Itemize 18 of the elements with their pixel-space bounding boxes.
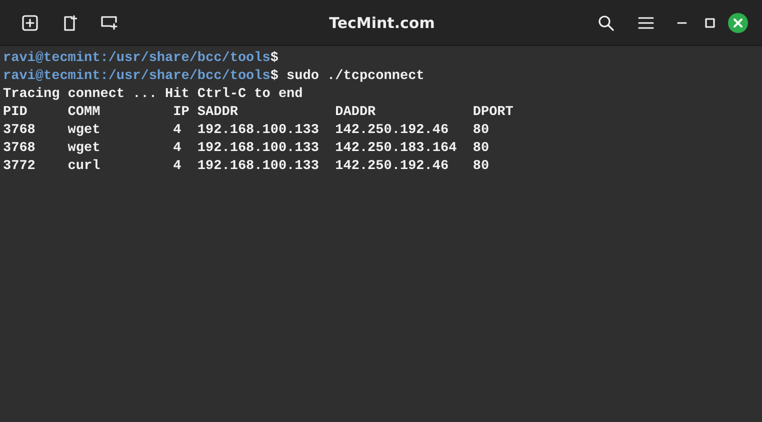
- close-icon: [728, 12, 748, 32]
- menu-icon: [638, 16, 654, 30]
- output-line: 3772 curl 4 192.168.100.133 142.250.192.46 80: [3, 158, 490, 176]
- command-text: $: [270, 50, 278, 68]
- output-line: PID COMM IP SADDR DADDR DPORT: [3, 104, 514, 122]
- output-line: Tracing connect ... Hit Ctrl-C to end: [3, 86, 303, 104]
- maximize-icon: [705, 18, 715, 28]
- file-plus-icon: [63, 14, 77, 30]
- command-text: $ sudo ./tcpconnect: [270, 68, 424, 86]
- prompt-path: ravi@tecmint:/usr/share/bcc/tools: [3, 68, 270, 86]
- search-icon: [598, 14, 614, 30]
- minimize-icon: [677, 22, 687, 24]
- output-line: 3768 wget 4 192.168.100.133 142.250.192.46 80: [3, 122, 490, 140]
- output-line: 3768 wget 4 192.168.100.133 142.250.183.164 80: [3, 140, 490, 158]
- plus-box-icon: [22, 14, 38, 30]
- window-title: TecMint.com: [328, 14, 436, 32]
- prompt-path: ravi@tecmint:/usr/share/bcc/tools: [3, 50, 270, 68]
- window-plus-icon: [101, 16, 119, 30]
